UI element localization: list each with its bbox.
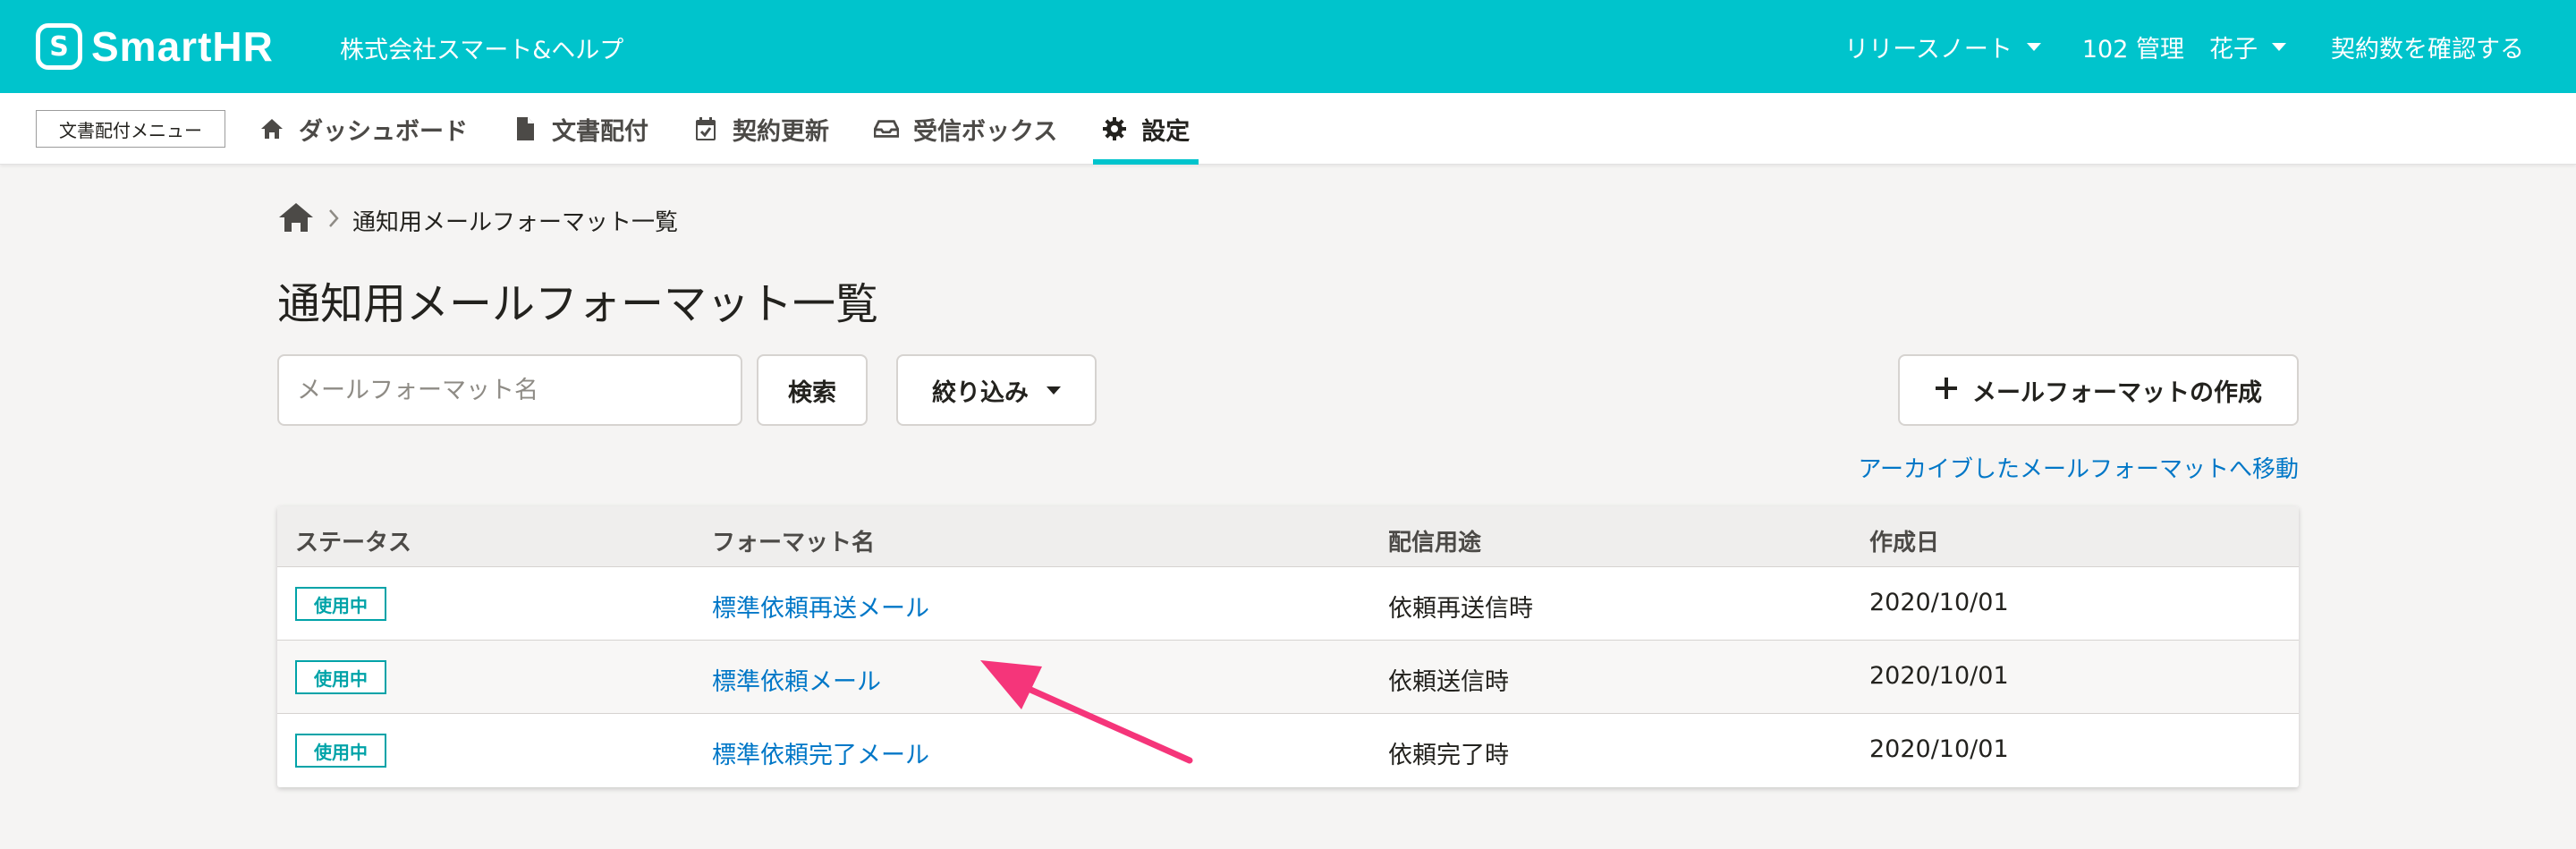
tab-document-distribution[interactable]: 文書配付 [513,93,648,165]
chevron-right-icon [327,206,340,235]
inbox-icon [874,116,899,141]
tab-dashboard[interactable]: ダッシュボード [259,93,468,165]
release-notes-label: リリースノート [1844,35,2012,64]
tab-document-distribution-label: 文書配付 [552,117,648,146]
app-navigation: 文書配付メニュー ダッシュボード 文書配付 契約更新 受信ボックス 設定 [0,93,2576,165]
breadcrumb-current: 通知用メールフォーマット一覧 [352,208,679,236]
document-icon [513,116,538,141]
create-button-label: メールフォーマットの作成 [1972,378,2262,407]
chevron-down-icon [2026,42,2041,51]
create-mail-format-button[interactable]: メールフォーマットの作成 [1898,354,2299,426]
company-name: 株式会社スマート&ヘルプ [340,37,624,64]
search-button[interactable]: 検索 [757,354,868,426]
format-name-link[interactable]: 標準依頼再送メール [712,589,929,624]
created-date-cell: 2020/10/01 [1869,589,2009,616]
column-header-format-name: フォーマット名 [712,530,876,556]
smarthr-logo[interactable]: S SmartHR [36,21,274,72]
usage-cell: 依頼送信時 [1388,668,1509,696]
column-header-status: ステータス [295,530,412,556]
document-menu-label: 文書配付メニュー [36,110,225,148]
gear-icon [1102,116,1127,141]
app-header: S SmartHR 株式会社スマート&ヘルプ リリースノート 102 管理 花子… [0,0,2576,93]
usage-cell: 依頼再送信時 [1388,595,1533,623]
archived-formats-link[interactable]: アーカイブしたメールフォーマットへ移動 [1859,451,2299,484]
logo-mark-icon: S [36,23,82,70]
breadcrumb: 通知用メールフォーマット一覧 [277,202,678,238]
column-header-usage: 配信用途 [1388,530,1482,556]
status-badge: 使用中 [295,660,386,694]
tab-settings[interactable]: 設定 [1093,93,1199,165]
table-row: 使用中 標準依頼完了メール 依頼完了時 2020/10/01 [277,714,2299,787]
contract-link[interactable]: 契約数を確認する [2331,30,2524,64]
user-id: 102 管理 [2081,35,2184,64]
status-badge: 使用中 [295,587,386,621]
tab-contract-renewal[interactable]: 契約更新 [693,93,829,165]
table-row: 使用中 標準依頼メール 依頼送信時 2020/10/01 [277,641,2299,714]
page-title: 通知用メールフォーマット一覧 [277,279,879,329]
column-header-created-date: 作成日 [1869,530,1940,556]
created-date-cell: 2020/10/01 [1869,662,2009,690]
created-date-cell: 2020/10/01 [1869,735,2009,763]
status-badge: 使用中 [295,734,386,768]
usage-cell: 依頼完了時 [1388,742,1509,769]
table-row: 使用中 標準依頼再送メール 依頼再送信時 2020/10/01 [277,567,2299,641]
home-icon[interactable] [277,201,315,240]
chevron-down-icon [2272,42,2286,51]
tab-contract-renewal-label: 契約更新 [733,117,829,146]
plus-icon [1935,374,1958,406]
nav-tabs: ダッシュボード 文書配付 契約更新 受信ボックス 設定 [259,93,1234,165]
release-notes-dropdown[interactable]: リリースノート [1844,30,2041,64]
logo-text: SmartHR [91,23,274,70]
format-name-link[interactable]: 標準依頼完了メール [712,735,929,770]
calendar-check-icon [693,116,718,141]
header-menu: リリースノート 102 管理 花子 契約数を確認する [1844,27,2524,66]
user-name: 花子 [2209,35,2258,64]
table-header: ステータス フォーマット名 配信用途 作成日 [277,506,2299,567]
filter-dropdown-button[interactable]: 絞り込み [896,354,1097,426]
tab-settings-label: 設定 [1141,117,1191,146]
format-name-link[interactable]: 標準依頼メール [712,662,881,697]
tab-inbox[interactable]: 受信ボックス [874,93,1057,165]
tab-dashboard-label: ダッシュボード [299,117,468,146]
mail-format-table: ステータス フォーマット名 配信用途 作成日 使用中 標準依頼再送メール 依頼再… [277,506,2299,787]
chevron-down-icon [1046,386,1061,395]
tab-inbox-label: 受信ボックス [913,117,1058,146]
search-input[interactable] [277,354,742,426]
home-icon [259,116,284,141]
user-menu-dropdown[interactable]: 102 管理 花子 [2082,30,2286,64]
filter-button-label: 絞り込み [932,378,1029,407]
